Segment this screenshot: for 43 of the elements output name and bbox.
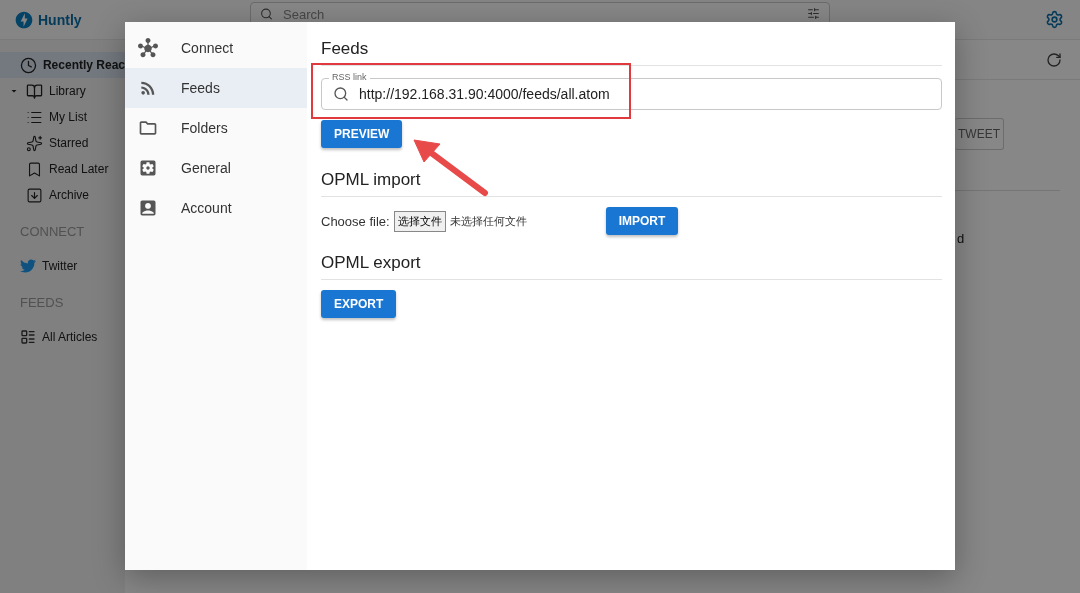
nav-item[interactable]: Folders [125,108,307,148]
refresh-icon[interactable] [1046,51,1062,68]
field-label: RSS link [329,72,370,83]
sidebar-item[interactable]: All Articles [0,324,125,350]
sidebar-item[interactable]: Recently Reac [0,52,125,78]
section-heading: OPML export [321,253,942,280]
import-button[interactable]: IMPORT [605,207,679,235]
sidebar-item[interactable]: Library [0,78,125,104]
file-choose-button[interactable]: 选择文件 [393,210,446,232]
settings-icon [138,158,158,178]
section-heading: Feeds [321,39,942,66]
folder-icon [138,118,158,138]
bird-icon [20,258,36,274]
bolt-logo-icon [14,10,34,30]
book-icon [26,82,43,100]
sidebar-item[interactable]: My List [0,104,125,130]
settings-icon[interactable] [1045,10,1064,29]
brand-name: Huntly [38,12,82,28]
nav-item[interactable]: Account [125,188,307,228]
nav-item[interactable]: Feeds [125,68,307,108]
sidebar-item[interactable]: Read Later [0,156,125,182]
search-icon [260,7,273,21]
preview-button[interactable]: PREVIEW [321,120,403,148]
list-icon [20,329,36,345]
hub-icon [138,38,158,58]
nav-item[interactable]: General [125,148,307,188]
search-icon [333,86,349,102]
section-heading: OPML import [321,170,942,197]
archive-icon [26,186,43,204]
sidebar-item[interactable]: Starred [0,130,125,156]
tweet-button[interactable]: TWEET [955,118,1004,150]
sidebar-item[interactable]: Twitter [0,253,125,279]
text-fragment: d [957,231,965,246]
file-label: Choose file: [321,213,390,229]
bookmark-icon [26,160,43,178]
export-button[interactable]: EXPORT [321,290,397,318]
account-icon [138,198,158,218]
nav-item[interactable]: Connect [125,28,307,68]
file-status-text: 未选择任何文件 [449,213,528,229]
sparkles-icon [26,134,43,152]
sidebar-item[interactable]: Archive [0,182,125,208]
filter-icon[interactable] [807,7,820,20]
clock-icon [20,56,37,74]
